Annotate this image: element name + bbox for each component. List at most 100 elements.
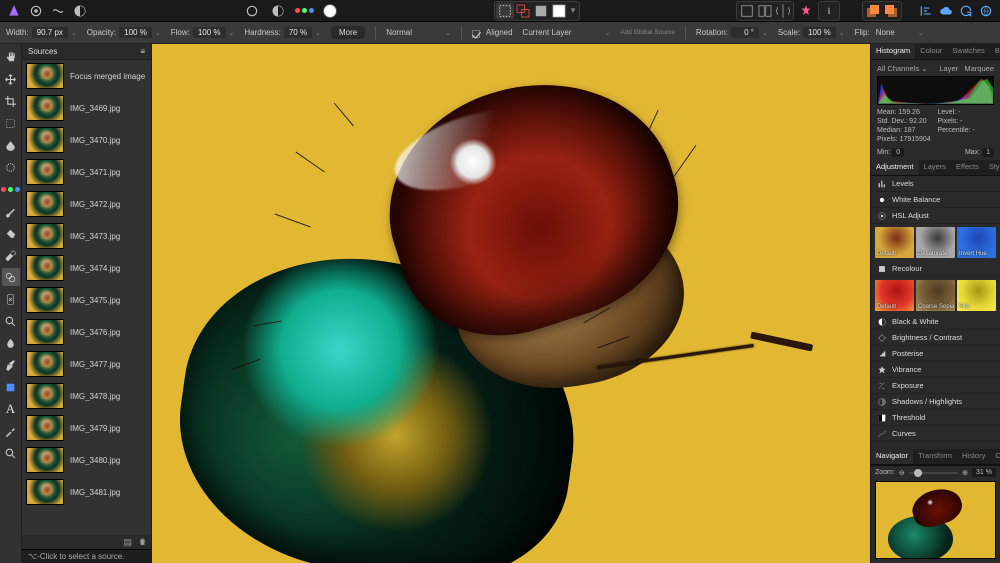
preset-default[interactable]: Default (875, 280, 914, 311)
tab-histogram[interactable]: Histogram (871, 44, 915, 59)
tab-adjustment[interactable]: Adjustment (871, 160, 919, 175)
quickmask-chevron-icon[interactable]: ▾ (568, 3, 578, 19)
dodge-tool-icon[interactable] (2, 312, 20, 330)
source-item[interactable]: IMG_3475.jpg (22, 284, 151, 316)
clone-tool-icon[interactable] (2, 268, 20, 286)
source-item[interactable]: Focus merged image (22, 60, 151, 92)
aligned-checkbox[interactable]: Aligned (472, 28, 513, 37)
flip-select[interactable]: Flip:None⌄ (855, 28, 924, 37)
adjustment-hsl-adjust[interactable]: HSL Adjust (871, 208, 1000, 224)
trash-icon[interactable] (138, 537, 147, 548)
tab-effects[interactable]: Effects (951, 160, 984, 175)
move-back-icon[interactable] (864, 3, 882, 19)
sync-icon[interactable] (958, 3, 974, 19)
source-item[interactable]: IMG_3469.jpg (22, 92, 151, 124)
flow-field[interactable]: Flow:100 %⌄ (171, 27, 235, 38)
adjustment-posterise[interactable]: Posterise (871, 346, 1000, 362)
blur-tool-icon[interactable] (2, 334, 20, 352)
circle-tool-icon[interactable] (244, 3, 260, 19)
rgb-circles-icon[interactable] (296, 3, 312, 19)
hist-max-field[interactable]: 1 (982, 148, 994, 157)
zoom-slider[interactable] (909, 472, 958, 474)
preset-coarse-sepia[interactable]: Coarse Sepia (916, 280, 955, 311)
fill-tool-icon[interactable] (2, 224, 20, 242)
paint-brush-tool-icon[interactable] (2, 202, 20, 220)
persona-liquify-icon[interactable] (50, 3, 66, 19)
persona-photo-icon[interactable] (28, 3, 44, 19)
selection-add-icon[interactable] (514, 3, 532, 19)
opacity-field[interactable]: Opacity:100 %⌄ (87, 27, 161, 38)
tab-colour[interactable]: Colour (915, 44, 947, 59)
panel-menu-icon[interactable]: ≡ (140, 47, 145, 56)
tab-styles[interactable]: Styles (984, 160, 1000, 175)
source-item[interactable]: IMG_3477.jpg (22, 348, 151, 380)
heal-tool-icon[interactable] (2, 290, 20, 308)
erase-tool-icon[interactable] (2, 246, 20, 264)
crop-tool-icon[interactable] (2, 92, 20, 110)
pen-tool-icon[interactable] (2, 356, 20, 374)
color-picker-tool-icon[interactable] (2, 180, 20, 198)
navigator-thumbnail[interactable] (875, 481, 996, 559)
histogram-channel-select[interactable]: All Channels ⌄ (877, 64, 928, 73)
source-item[interactable]: IMG_3474.jpg (22, 252, 151, 284)
adjustment-recolour[interactable]: Recolour (871, 261, 1000, 277)
assistant-icon[interactable] (798, 3, 814, 19)
hist-min-field[interactable]: 0 (892, 148, 904, 157)
list-mode-icon[interactable]: ▤ (123, 537, 132, 548)
source-item[interactable]: IMG_3479.jpg (22, 412, 151, 444)
source-item[interactable]: IMG_3476.jpg (22, 316, 151, 348)
source-item[interactable]: IMG_3478.jpg (22, 380, 151, 412)
app-logo-icon[interactable] (6, 3, 22, 19)
brush-select-tool-icon[interactable] (2, 158, 20, 176)
single-view-icon[interactable] (738, 3, 756, 19)
preset-fire[interactable]: Fire (957, 280, 996, 311)
half-circle-icon[interactable] (270, 3, 286, 19)
move-tool-icon[interactable] (2, 70, 20, 88)
rotation-field[interactable]: Rotation:0 °⌄ (696, 27, 768, 38)
move-front-icon[interactable] (882, 3, 900, 19)
text-tool-icon[interactable]: A (2, 400, 20, 418)
adjustment-levels[interactable]: Levels (871, 176, 1000, 192)
selection-subtract-icon[interactable] (532, 3, 550, 19)
histogram-scope-marquee[interactable]: Marquee (964, 64, 994, 73)
adjustment-brightness-contrast[interactable]: Brightness / Contrast (871, 330, 1000, 346)
tab-transform[interactable]: Transform (913, 449, 957, 464)
more-button[interactable]: More (331, 26, 365, 39)
selection-tool-icon[interactable] (2, 114, 20, 132)
histogram-scope-layer[interactable]: Layer (939, 64, 958, 73)
source-item[interactable]: IMG_3481.jpg (22, 476, 151, 508)
source-item[interactable]: IMG_3470.jpg (22, 124, 151, 156)
hardness-field[interactable]: Hardness:70 %⌄ (244, 27, 321, 38)
persona-tone-icon[interactable] (72, 3, 88, 19)
scale-field[interactable]: Scale:100 %⌄ (778, 27, 845, 38)
blend-mode-select[interactable]: Normal⌄ (386, 28, 451, 37)
flood-select-tool-icon[interactable] (2, 136, 20, 154)
source-item[interactable]: IMG_3480.jpg (22, 444, 151, 476)
add-global-source-button[interactable]: Add Global Source (620, 29, 675, 36)
color-swatch-icon[interactable] (322, 3, 338, 19)
tab-swatches[interactable]: Swatches (947, 44, 990, 59)
globe-icon[interactable] (978, 3, 994, 19)
tab-brushes[interactable]: Brushes (990, 44, 1000, 59)
tab-channels[interactable]: Channels (990, 449, 1000, 464)
document-canvas[interactable] (152, 44, 870, 563)
shape-tool-icon[interactable] (2, 378, 20, 396)
adjustment-exposure[interactable]: Exposure (871, 378, 1000, 394)
hand-tool-icon[interactable] (2, 48, 20, 66)
preset-default[interactable]: Default (875, 227, 914, 258)
tab-history[interactable]: History (957, 449, 990, 464)
adjustment-threshold[interactable]: Threshold (871, 410, 1000, 426)
quickmask-icon[interactable] (550, 3, 568, 19)
zoom-value[interactable]: 31 % (972, 468, 996, 477)
tab-layers[interactable]: Layers (919, 160, 952, 175)
layer-scope-select[interactable]: Current Layer⌄ (523, 28, 611, 37)
canvas-viewport[interactable] (152, 44, 870, 563)
adjustment-shadows-highlights[interactable]: Shadows / Highlights (871, 394, 1000, 410)
preset-invert-hue[interactable]: Invert Hue (957, 227, 996, 258)
selection-new-icon[interactable] (496, 3, 514, 19)
zoom-out-button[interactable]: ⊖ (899, 469, 905, 477)
eyedropper-tool-icon[interactable] (2, 422, 20, 440)
info-icon[interactable]: i (820, 3, 838, 19)
tab-navigator[interactable]: Navigator (871, 449, 913, 464)
align-left-icon[interactable] (918, 3, 934, 19)
